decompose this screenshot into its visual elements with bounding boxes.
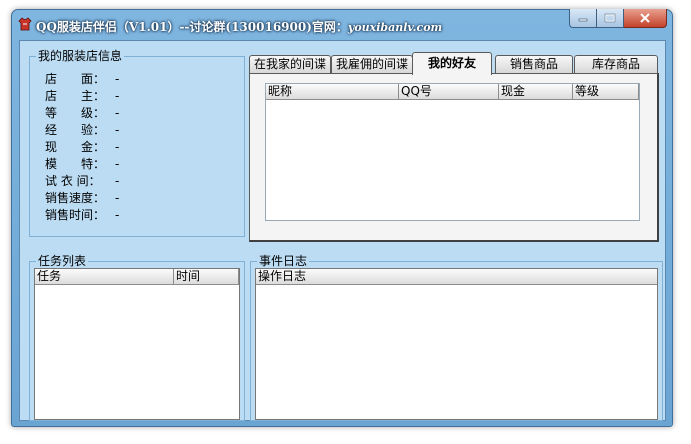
info-label: 销售时间：: [45, 208, 106, 222]
info-value: -: [115, 123, 120, 137]
close-button[interactable]: [624, 9, 667, 28]
main-window: QQ服装店伴侣（V1.01）--讨论群(130016900)官网：youxiba…: [11, 9, 673, 427]
info-row-storefront: 店 面： -: [45, 72, 119, 86]
column-level[interactable]: 等级: [573, 84, 639, 99]
info-value: -: [115, 106, 120, 120]
info-value: -: [115, 157, 120, 171]
info-value: -: [115, 191, 120, 205]
column-nickname[interactable]: 昵称: [266, 84, 399, 99]
maximize-button[interactable]: [597, 9, 624, 28]
task-list-legend: 任务列表: [36, 254, 89, 268]
info-row-owner: 店 主： -: [45, 89, 119, 103]
info-value: -: [115, 89, 120, 103]
info-value: -: [115, 72, 120, 86]
friends-list[interactable]: 昵称 QQ号 现金 等级: [265, 83, 640, 221]
info-row-cash: 现 金： -: [45, 140, 119, 154]
event-log-legend: 事件日志: [257, 254, 310, 268]
window-title: QQ服装店伴侣（V1.01）--讨论群(130016900)官网：youxiba…: [36, 20, 443, 34]
column-time[interactable]: 时间: [174, 269, 239, 284]
info-value: -: [115, 174, 120, 188]
minimize-button[interactable]: [569, 9, 597, 28]
info-value: -: [115, 140, 120, 154]
friends-list-header: 昵称 QQ号 现金 等级: [266, 84, 639, 100]
shop-info-group: 我的服装店信息 店 面： - 店 主： - 等 级： - 经 验： - 现 金： - 模 …: [29, 49, 245, 237]
column-task[interactable]: 任务: [35, 269, 174, 284]
column-qq-number[interactable]: QQ号: [399, 84, 499, 99]
app-shirt-icon: [18, 17, 32, 31]
info-label: 等 级：: [45, 106, 106, 120]
window-controls: [569, 9, 667, 28]
tab-sale-goods[interactable]: 销售商品: [495, 55, 573, 73]
tab-hired-spies[interactable]: 我雇佣的间谍: [331, 55, 413, 73]
tab-spies-in-my-shop[interactable]: 在我家的间谍: [249, 55, 331, 73]
tab-panel-my-friends: 昵称 QQ号 现金 等级: [249, 73, 659, 242]
minimize-icon: [578, 18, 588, 22]
info-row-model: 模 特： -: [45, 157, 119, 171]
column-cash[interactable]: 现金: [499, 84, 573, 99]
event-log-list[interactable]: 操作日志: [255, 268, 658, 420]
info-value: -: [115, 208, 120, 222]
info-label: 店 主：: [45, 89, 106, 103]
info-label: 销售速度：: [45, 191, 106, 205]
info-row-experience: 经 验： -: [45, 123, 119, 137]
maximize-icon: [604, 13, 616, 23]
event-log-group: 事件日志 操作日志: [250, 254, 663, 421]
info-label: 现 金：: [45, 140, 106, 154]
column-operation-log[interactable]: 操作日志: [256, 269, 657, 284]
close-icon: [640, 13, 650, 23]
info-row-sales-speed: 销售速度： -: [45, 191, 119, 205]
window-title-site: youxibanlv.com: [347, 21, 443, 34]
info-label: 店 面：: [45, 72, 106, 86]
client-area: 我的服装店信息 店 面： - 店 主： - 等 级： - 经 验： - 现 金： - 模 …: [19, 40, 666, 421]
info-label: 经 验：: [45, 123, 106, 137]
tab-my-friends[interactable]: 我的好友: [412, 52, 492, 75]
task-list-header: 任务 时间: [35, 269, 239, 285]
info-label: 试 衣 间：: [45, 174, 101, 188]
info-row-sales-time: 销售时间： -: [45, 208, 119, 222]
info-row-fitting-room: 试 衣 间： -: [45, 174, 119, 188]
task-list-group: 任务列表 任务 时间: [29, 254, 245, 421]
shop-info-legend: 我的服装店信息: [36, 49, 125, 63]
tab-stock-goods[interactable]: 库存商品: [574, 55, 658, 73]
task-list[interactable]: 任务 时间: [34, 268, 240, 420]
info-row-level: 等 级： -: [45, 106, 119, 120]
info-label: 模 特：: [45, 157, 106, 171]
title-bar[interactable]: QQ服装店伴侣（V1.01）--讨论群(130016900)官网：youxiba…: [12, 9, 672, 36]
event-log-header: 操作日志: [256, 269, 657, 285]
tab-strip: 在我家的间谍 我雇佣的间谍 我的好友 销售商品 库存商品: [249, 52, 659, 75]
